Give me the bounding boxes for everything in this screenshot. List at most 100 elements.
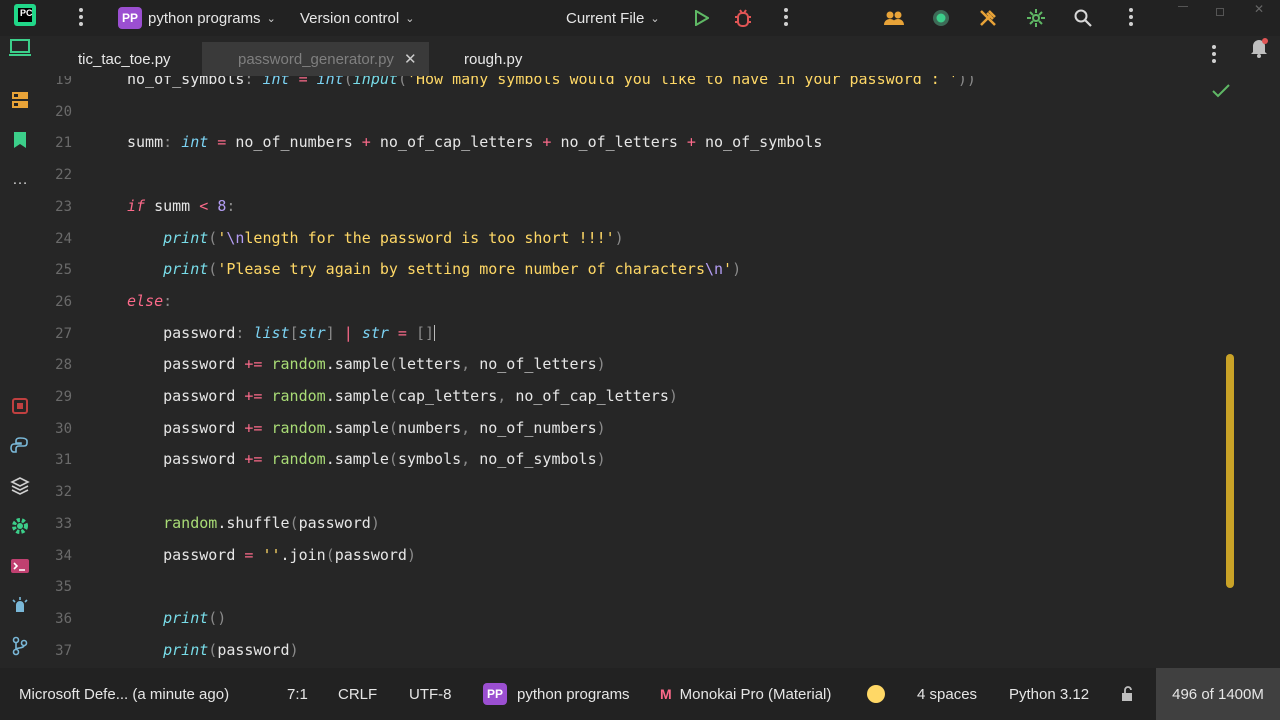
line-number: 23: [55, 198, 72, 215]
code-token: :: [235, 323, 254, 342]
code-line[interactable]: 24 print('\nlength for the password is t…: [40, 229, 1240, 251]
bell-icon[interactable]: [1250, 38, 1270, 58]
services-gear-icon[interactable]: [8, 514, 32, 538]
code-line[interactable]: 27 password: list[str] | str = []: [40, 324, 1240, 346]
code-line[interactable]: 36 print(): [40, 609, 1240, 631]
code-token: (: [388, 418, 398, 437]
tab-actions-icon[interactable]: [1212, 45, 1216, 66]
version-control-label: Version control: [300, 9, 400, 27]
code-token: letters: [397, 355, 462, 374]
code-token: )): [957, 76, 976, 88]
code-line[interactable]: 33 random.shuffle(password): [40, 514, 1240, 536]
ai-assistant-icon[interactable]: [1024, 6, 1048, 30]
run-configuration-selector[interactable]: Current File ⌄: [566, 0, 660, 36]
code-token: 'How many symbols would you like to have…: [406, 76, 958, 88]
main-menu-icon[interactable]: [79, 8, 83, 29]
code-text: print('\nlength for the password is too …: [127, 229, 624, 247]
tab-password-generator[interactable]: password_generator.py ✕: [202, 42, 429, 76]
terminal-icon[interactable]: [8, 554, 32, 578]
build-tools-icon[interactable]: [976, 6, 1000, 30]
git-branch-icon[interactable]: [8, 634, 32, 658]
code-token: random: [271, 450, 326, 469]
code-token: .sample: [325, 450, 389, 469]
close-tab-icon[interactable]: ✕: [404, 50, 417, 68]
python-interpreter[interactable]: Python 3.12: [1009, 684, 1089, 704]
code-line[interactable]: 26 else:: [40, 292, 1240, 314]
close-window-icon[interactable]: ✕: [1254, 2, 1264, 16]
lock-icon[interactable]: [1120, 684, 1136, 704]
python-console-icon[interactable]: [8, 434, 32, 458]
line-number: 25: [55, 262, 72, 279]
structure-icon[interactable]: [8, 88, 32, 112]
code-token: str: [361, 323, 389, 342]
code-line[interactable]: 21 summ: int = no_of_numbers + no_of_cap_…: [40, 133, 1240, 155]
code-token: no_of_symbols: [479, 450, 597, 469]
version-control-menu[interactable]: Version control ⌄: [300, 0, 414, 36]
code-line[interactable]: 30 password += random.sample(numbers, no…: [40, 419, 1240, 441]
search-icon[interactable]: [1071, 6, 1095, 30]
code-token: no_of_numbers: [235, 133, 353, 152]
code-editor[interactable]: 19 no_of_symbols: int = int(input('How ma…: [40, 76, 1280, 668]
code-token: ,: [461, 418, 480, 437]
code-text: if summ < 8:: [127, 197, 235, 215]
plugin-status-icon[interactable]: [929, 6, 953, 30]
project-switcher[interactable]: PP python programs ⌄: [118, 0, 276, 36]
theme-indicator[interactable]: M Monokai Pro (Material): [660, 684, 831, 704]
python-packages-icon[interactable]: [8, 474, 32, 498]
tab-rough[interactable]: rough.py: [464, 44, 522, 74]
line-number: 29: [55, 389, 72, 405]
code-line[interactable]: 19 no_of_symbols: int = int(input('How ma…: [40, 76, 1240, 92]
code-token: summ: [145, 196, 200, 215]
problems-icon[interactable]: [8, 594, 32, 618]
play-icon[interactable]: [690, 6, 714, 30]
code-token: no_of_symbols: [127, 76, 245, 88]
theme-dot-icon: [867, 685, 885, 703]
notification-status[interactable]: Microsoft Defe... (a minute ago): [19, 684, 229, 704]
checkmark-icon[interactable]: [1212, 84, 1232, 104]
line-number: 24: [55, 230, 72, 247]
code-line[interactable]: 34 password = ''.join(password): [40, 546, 1240, 568]
line-number: 26: [55, 293, 72, 310]
settings-menu-icon[interactable]: [1129, 8, 1133, 29]
bookmarks-icon[interactable]: [8, 128, 32, 152]
code-line[interactable]: 32: [40, 482, 1240, 504]
code-line[interactable]: 35: [40, 577, 1240, 599]
code-line[interactable]: 23 if summ < 8:: [40, 197, 1240, 219]
indent-setting[interactable]: 4 spaces: [917, 684, 977, 704]
code-token: (: [208, 260, 218, 279]
memory-indicator[interactable]: 496 of 1400M: [1156, 668, 1280, 720]
code-line[interactable]: 22: [40, 165, 1240, 187]
database-icon[interactable]: [8, 394, 32, 418]
bug-icon[interactable]: [731, 6, 755, 30]
maximize-icon[interactable]: [1216, 8, 1224, 16]
file-encoding[interactable]: UTF-8: [409, 684, 452, 704]
code-text: print(password): [127, 640, 298, 659]
code-token: ': [217, 228, 227, 247]
more-actions-icon[interactable]: [784, 8, 788, 29]
project-view-icon[interactable]: [8, 36, 32, 60]
code-line[interactable]: 29 password += random.sample(cap_letters…: [40, 387, 1240, 409]
code-line[interactable]: 37 print(password): [40, 641, 1240, 663]
code-token: (: [289, 513, 299, 532]
line-separator[interactable]: CRLF: [338, 684, 377, 704]
code-line[interactable]: 28 password += random.sample(letters, no…: [40, 355, 1240, 377]
code-text: random.shuffle(password): [127, 514, 380, 532]
theme-toggle[interactable]: [867, 684, 885, 704]
code-line[interactable]: 31 password += random.sample(symbols, no…: [40, 450, 1240, 472]
code-token: length for the password is too short !!!…: [244, 228, 615, 247]
pycharm-logo-icon[interactable]: PC: [14, 4, 36, 26]
code-with-me-icon[interactable]: [882, 6, 906, 30]
vertical-scrollbar[interactable]: [1226, 354, 1234, 588]
line-number: 36: [55, 610, 72, 627]
tab-tic-tac-toe[interactable]: tic_tac_toe.py: [78, 44, 171, 74]
caret-position[interactable]: 7:1: [287, 684, 308, 704]
code-token: (: [208, 640, 218, 659]
code-line[interactable]: 20: [40, 102, 1240, 124]
minimize-icon[interactable]: [1178, 6, 1188, 7]
project-indicator[interactable]: PP python programs: [483, 683, 630, 705]
more-tool-windows-icon[interactable]: …: [8, 168, 32, 192]
code-token: (: [325, 545, 335, 564]
code-line[interactable]: 25 print('Please try again by setting mo…: [40, 260, 1240, 282]
